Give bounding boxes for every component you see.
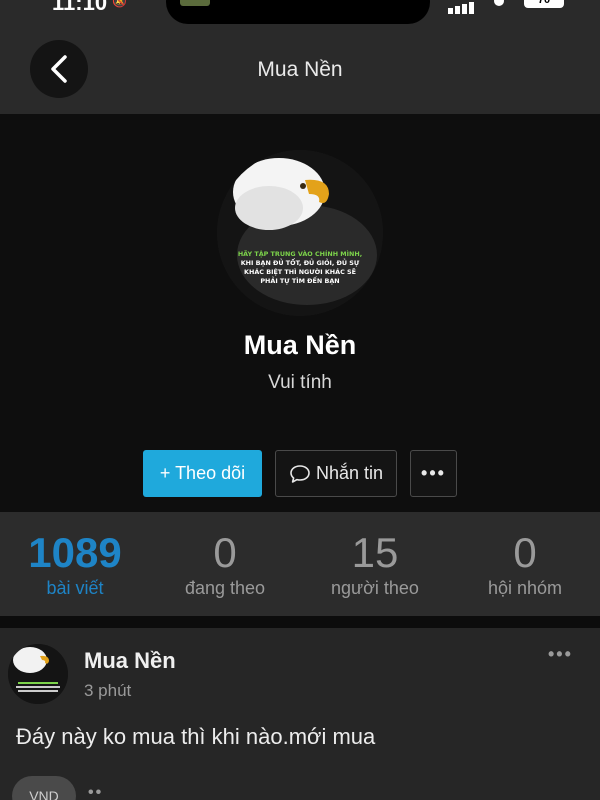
chat-bubble-icon — [290, 464, 310, 483]
profile-bio: Vui tính — [268, 372, 332, 393]
message-button[interactable]: Nhắn tin — [275, 450, 397, 497]
avatar-text-line-2: KHI BẠN ĐỦ TỐT, ĐỦ GIỎI, ĐỦ SỰ — [241, 257, 360, 267]
section-divider — [0, 616, 600, 628]
more-horizontal-icon[interactable]: •• — [88, 784, 103, 800]
stat-label: bài viết — [46, 578, 104, 598]
eagle-avatar-image: HÃY TẬP TRUNG VÀO CHÍNH MÌNH, KHI BẠN ĐỦ… — [217, 150, 383, 316]
mute-icon: 🔕 — [112, 0, 127, 8]
battery-icon: 70 — [524, 0, 564, 8]
profile-stats: 1089 bài viết 0 đang theo 15 người theo … — [0, 512, 600, 616]
post-content: Đáy này ko mua thì khi nào.mới mua — [16, 724, 376, 749]
stat-value: 1089 — [28, 529, 122, 576]
stat-following[interactable]: 0 đang theo — [150, 512, 300, 616]
message-button-label: Nhắn tin — [315, 463, 384, 483]
status-time: 11:10 — [52, 0, 108, 15]
avatar-text-line-4: PHẢI TỰ TÌM ĐẾN BẠN — [260, 275, 339, 285]
stat-label: hội nhóm — [487, 578, 563, 598]
status-bar: 11:10 🔕 70 — [0, 0, 600, 30]
post-menu-icon[interactable]: ••• — [548, 644, 573, 665]
post-timestamp: 3 phút — [84, 681, 132, 700]
post-card[interactable]: Mua Nền 3 phút ••• Đáy này ko mua thì kh… — [0, 628, 600, 800]
more-options-button[interactable]: ••• — [410, 450, 457, 497]
dynamic-island — [166, 0, 430, 24]
stat-groups[interactable]: 0 hội nhóm — [450, 512, 600, 616]
stat-posts[interactable]: 1089 bài viết — [0, 512, 150, 616]
avatar-text-line-3: KHÁC BIỆT THÌ NGƯỜI KHÁC SẼ — [244, 267, 356, 276]
signal-icon — [448, 0, 476, 14]
post-author-avatar[interactable] — [8, 644, 68, 704]
stat-followers[interactable]: 15 người theo — [300, 512, 450, 616]
eagle-avatar-image — [8, 644, 68, 704]
page-title: Mua Nền — [257, 58, 343, 81]
avatar-text-line-1: HÃY TẬP TRUNG VÀO CHÍNH MÌNH, — [238, 249, 362, 258]
more-horizontal-icon: ••• — [421, 463, 446, 483]
profile-header: HÃY TẬP TRUNG VÀO CHÍNH MÌNH, KHI BẠN ĐỦ… — [0, 114, 600, 512]
nav-bar: Mua Nền — [0, 30, 600, 114]
now-playing-thumbnail — [180, 0, 210, 6]
price-chip[interactable]: VND — [12, 776, 76, 800]
wifi-icon — [494, 0, 504, 6]
follow-button-label: + Theo dõi — [159, 463, 246, 483]
stat-value: 15 — [351, 529, 399, 576]
stat-value: 0 — [513, 529, 537, 576]
profile-avatar[interactable]: HÃY TẬP TRUNG VÀO CHÍNH MÌNH, KHI BẠN ĐỦ… — [217, 150, 383, 316]
profile-name: Mua Nền — [243, 330, 357, 360]
follow-button[interactable]: + Theo dõi — [143, 450, 262, 497]
stat-label: đang theo — [184, 578, 266, 598]
stat-value: 0 — [213, 529, 237, 576]
post-author-name[interactable]: Mua Nền — [84, 648, 176, 674]
stat-label: người theo — [331, 578, 419, 598]
